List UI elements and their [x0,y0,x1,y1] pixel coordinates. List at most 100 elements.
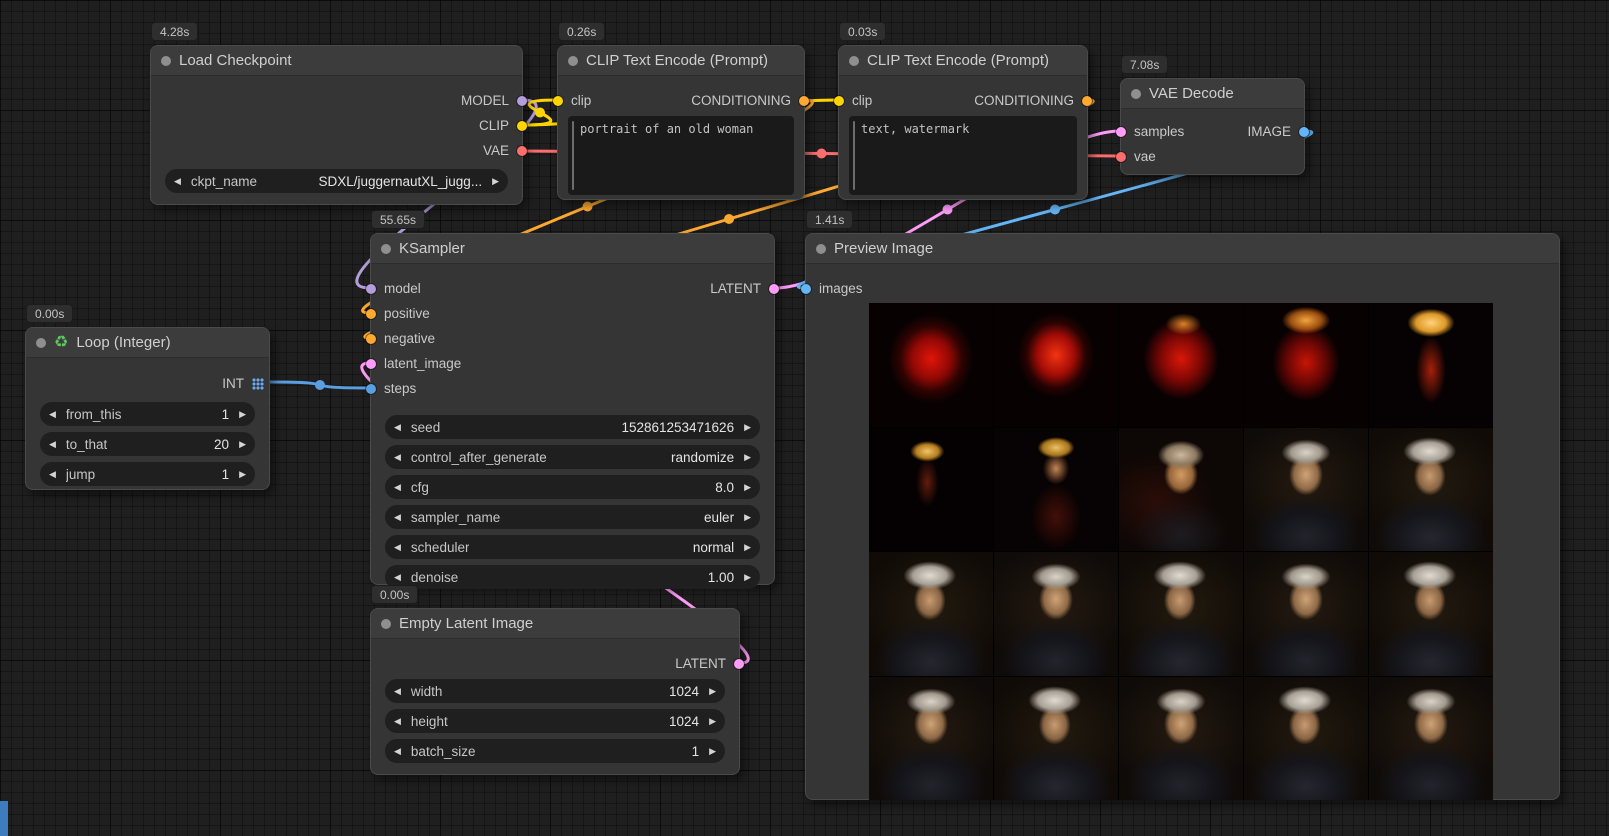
node-header[interactable]: Preview Image [806,234,1559,264]
next-arrow-icon[interactable]: ▶ [239,440,246,449]
link-checkpoint-clip-to-positive-encoder[interactable] [523,100,557,125]
next-arrow-icon[interactable]: ▶ [744,513,751,522]
collapse-dot-icon[interactable] [568,56,578,66]
prev-arrow-icon[interactable]: ◀ [49,410,56,419]
preview-image-cell[interactable] [994,303,1118,427]
height-widget[interactable]: ◀ height 1024 ▶ [385,709,725,733]
node-clip-text-encode-negative[interactable]: 0.03s CLIP Text Encode (Prompt) clip CON… [838,45,1088,200]
link-loop-int-to-ksampler-steps[interactable] [270,382,370,388]
next-arrow-icon[interactable]: ▶ [239,410,246,419]
collapse-dot-icon[interactable] [381,619,391,629]
negative-input-port[interactable] [366,334,376,344]
cfg-widget[interactable]: ◀ cfg 8.0 ▶ [385,475,760,499]
int-output-grid-icon[interactable] [252,378,264,390]
width-widget[interactable]: ◀ width 1024 ▶ [385,679,725,703]
prev-arrow-icon[interactable]: ◀ [394,573,401,582]
preview-image-cell[interactable] [869,303,993,427]
sampler-name-widget[interactable]: ◀ sampler_name euler ▶ [385,505,760,529]
to-that-widget[interactable]: ◀ to_that 20 ▶ [40,432,255,456]
jump-widget[interactable]: ◀ jump 1 ▶ [40,462,255,486]
link-midpoint-dot[interactable] [724,214,734,224]
next-arrow-icon[interactable]: ▶ [239,470,246,479]
node-load-checkpoint[interactable]: 4.28s Load Checkpoint MODEL CLIP VAE ◀ c… [150,45,523,205]
collapse-dot-icon[interactable] [381,244,391,254]
conditioning-output-port[interactable] [1082,96,1092,106]
positive-input-port[interactable] [366,309,376,319]
control-after-generate-widget[interactable]: ◀ control_after_generate randomize ▶ [385,445,760,469]
next-arrow-icon[interactable]: ▶ [744,483,751,492]
node-header[interactable]: CLIP Text Encode (Prompt) [839,46,1087,76]
textarea-scrollbar[interactable] [572,121,574,190]
node-vae-decode[interactable]: 7.08s VAE Decode samples IMAGE vae [1120,78,1305,175]
images-input-port[interactable] [801,284,811,294]
conditioning-output-port[interactable] [799,96,809,106]
from-this-widget[interactable]: ◀ from_this 1 ▶ [40,402,255,426]
prev-arrow-icon[interactable]: ◀ [174,177,181,186]
prev-arrow-icon[interactable]: ◀ [394,453,401,462]
collapse-dot-icon[interactable] [161,56,171,66]
prev-arrow-icon[interactable]: ◀ [394,687,401,696]
denoise-widget[interactable]: ◀ denoise 1.00 ▶ [385,565,760,589]
next-arrow-icon[interactable]: ▶ [744,453,751,462]
next-arrow-icon[interactable]: ▶ [709,747,716,756]
preview-image-cell[interactable] [869,428,993,552]
samples-input-port[interactable] [1116,127,1126,137]
link-midpoint-dot[interactable] [583,202,593,212]
collapse-dot-icon[interactable] [1131,89,1141,99]
node-header[interactable]: Empty Latent Image [371,609,739,639]
textarea-scrollbar[interactable] [853,121,855,190]
link-midpoint-dot[interactable] [817,149,827,159]
node-ksampler[interactable]: 55.65s KSampler model LATENT positive ne… [370,233,775,585]
prev-arrow-icon[interactable]: ◀ [394,513,401,522]
preview-image-cell[interactable] [1369,552,1493,676]
next-arrow-icon[interactable]: ▶ [744,423,751,432]
preview-image-cell[interactable] [994,428,1118,552]
prev-arrow-icon[interactable]: ◀ [394,717,401,726]
prev-arrow-icon[interactable]: ◀ [394,747,401,756]
ckpt-name-widget[interactable]: ◀ ckpt_name SDXL/juggernautXL_jugg... ▶ [165,169,508,193]
preview-image-cell[interactable] [1244,552,1368,676]
node-header[interactable]: VAE Decode [1121,79,1304,109]
next-arrow-icon[interactable]: ▶ [709,687,716,696]
collapse-dot-icon[interactable] [849,56,859,66]
node-loop-integer[interactable]: 0.00s ♻ Loop (Integer) INT ◀ from_this 1… [25,327,270,490]
prev-arrow-icon[interactable]: ◀ [394,483,401,492]
model-output-port[interactable] [517,96,527,106]
preview-image-cell[interactable] [994,677,1118,801]
prev-arrow-icon[interactable]: ◀ [49,440,56,449]
batch-size-widget[interactable]: ◀ batch_size 1 ▶ [385,739,725,763]
clip-input-port[interactable] [834,96,844,106]
prompt-textarea[interactable]: portrait of an old woman [568,116,794,195]
node-preview-image[interactable]: 1.41s Preview Image images [805,233,1560,800]
node-clip-text-encode-positive[interactable]: 0.26s CLIP Text Encode (Prompt) clip CON… [557,45,805,200]
node-header[interactable]: Load Checkpoint [151,46,522,76]
prompt-textarea[interactable]: text, watermark [849,116,1077,195]
preview-image-cell[interactable] [869,677,993,801]
link-midpoint-dot[interactable] [535,108,545,118]
collapse-dot-icon[interactable] [36,338,46,348]
link-midpoint-dot[interactable] [315,380,325,390]
node-empty-latent-image[interactable]: 0.00s Empty Latent Image LATENT ◀ width … [370,608,740,775]
prev-arrow-icon[interactable]: ◀ [394,423,401,432]
seed-widget[interactable]: ◀ seed 152861253471626 ▶ [385,415,760,439]
vae-output-port[interactable] [517,146,527,156]
latent-output-port[interactable] [734,659,744,669]
clip-output-port[interactable] [517,121,527,131]
preview-image-cell[interactable] [1119,552,1243,676]
model-input-port[interactable] [366,284,376,294]
node-header[interactable]: CLIP Text Encode (Prompt) [558,46,804,76]
scheduler-widget[interactable]: ◀ scheduler normal ▶ [385,535,760,559]
steps-input-port[interactable] [366,384,376,394]
link-midpoint-dot[interactable] [1050,205,1060,215]
node-graph-canvas[interactable]: 4.28s Load Checkpoint MODEL CLIP VAE ◀ c… [0,0,1609,836]
node-header[interactable]: KSampler [371,234,774,264]
preview-image-cell[interactable] [994,552,1118,676]
prev-arrow-icon[interactable]: ◀ [49,470,56,479]
preview-image-cell[interactable] [1244,677,1368,801]
collapse-dot-icon[interactable] [816,244,826,254]
next-arrow-icon[interactable]: ▶ [709,717,716,726]
prev-arrow-icon[interactable]: ◀ [394,543,401,552]
preview-image-cell[interactable] [869,552,993,676]
latent-image-input-port[interactable] [366,359,376,369]
clip-input-port[interactable] [553,96,563,106]
